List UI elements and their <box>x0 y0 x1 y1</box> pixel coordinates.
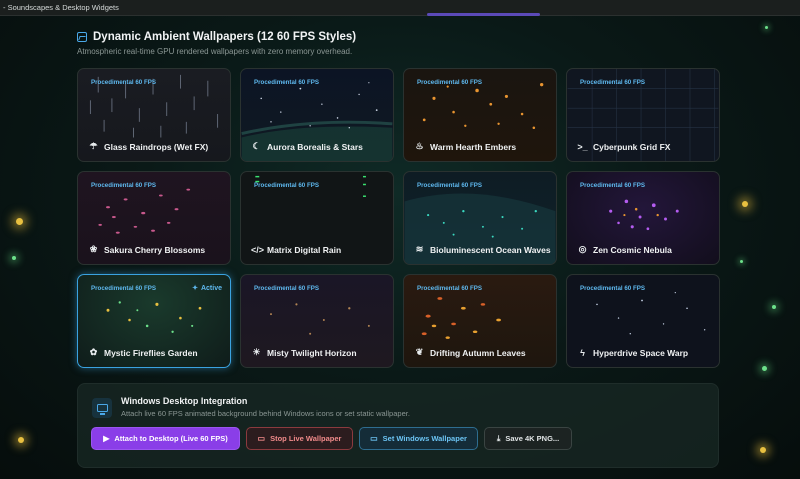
bg-particle <box>765 26 768 29</box>
leaf-icon: ❦ <box>415 347 424 357</box>
sparkle-icon: ✦ <box>192 285 198 292</box>
bg-particle <box>12 256 16 260</box>
section-subtitle: Atmospheric real-time GPU rendered wallp… <box>77 47 353 56</box>
bg-particle <box>762 366 767 371</box>
wallpaper-card-ocean-waves[interactable]: Procedimental 60 FPS ≋ Bioluminescent Oc… <box>403 171 557 265</box>
wallpaper-card-cyberpunk-grid[interactable]: Procedimental 60 FPS >_ Cyberpunk Grid F… <box>566 68 720 162</box>
fps-badge: Procedimental 60 FPS <box>417 79 482 86</box>
save-label: Save 4K PNG... <box>505 434 560 443</box>
wallpapers-header: Dynamic Ambient Wallpapers (12 60 FPS St… <box>77 31 356 56</box>
section-title: Dynamic Ambient Wallpapers (12 60 FPS St… <box>93 31 357 43</box>
wallpaper-card-matrix[interactable]: Procedimental 60 FPS </> Matrix Digital … <box>240 171 394 265</box>
wallpaper-card-sakura[interactable]: Procedimental 60 FPS ❀ Sakura Cherry Blo… <box>77 171 231 265</box>
attach-label: Attach to Desktop (Live 60 FPS) <box>114 434 228 443</box>
monitor-icon: ▭ <box>370 434 378 443</box>
terminal-icon: >_ <box>577 142 588 152</box>
waves-icon: ≋ <box>415 244 424 254</box>
wallpaper-card-cosmic-nebula[interactable]: Procedimental 60 FPS ◎ Zen Cosmic Nebula <box>566 171 720 265</box>
fps-badge: Procedimental 60 FPS <box>417 285 482 292</box>
code-icon: </> <box>251 245 265 255</box>
moon-icon: ☾ <box>252 141 261 151</box>
wallpaper-card-glass-raindrops[interactable]: Procedimental 60 FPS ☂ Glass Raindrops (… <box>77 68 231 162</box>
bg-particle <box>760 447 766 453</box>
zap-icon: ϟ <box>580 348 585 358</box>
fps-badge: Procedimental 60 FPS <box>580 79 645 86</box>
wallpaper-label: ≋ Bioluminescent Ocean Waves <box>414 244 551 255</box>
compass-icon: ◎ <box>578 244 587 254</box>
stop-live-wallpaper-button[interactable]: ▭ Stop Live Wallpaper <box>246 427 353 450</box>
integration-subtitle: Attach live 60 FPS animated background b… <box>121 409 410 418</box>
bug-icon: ✿ <box>89 347 98 357</box>
bg-particle <box>18 437 24 443</box>
wallpaper-label: ◎ Zen Cosmic Nebula <box>577 244 672 255</box>
desktop-integration-panel: Windows Desktop Integration Attach live … <box>77 383 719 468</box>
bg-particle <box>742 201 748 207</box>
fps-badge: Procedimental 60 FPS <box>580 182 645 189</box>
cloud-rain-icon: ☂ <box>89 141 98 151</box>
wallpaper-label: </> Matrix Digital Rain <box>251 245 341 255</box>
wallpaper-label: ☾ Aurora Borealis & Stars <box>251 141 363 152</box>
play-icon: ▶ <box>103 434 110 443</box>
active-tab-indicator <box>427 13 540 16</box>
stop-label: Stop Live Wallpaper <box>270 434 342 443</box>
wallpaper-label: ☂ Glass Raindrops (Wet FX) <box>88 141 208 152</box>
fps-badge: Procedimental 60 FPS <box>254 285 319 292</box>
sun-icon: ☀ <box>252 347 261 357</box>
fps-badge: Procedimental 60 FPS <box>91 285 156 292</box>
fps-badge: Procedimental 60 FPS <box>91 182 156 189</box>
wallpaper-label: ϟ Hyperdrive Space Warp <box>577 348 688 358</box>
wallpaper-name: Hyperdrive Space Warp <box>593 348 689 358</box>
wallpaper-label: ♨ Warm Hearth Embers <box>414 141 516 152</box>
wallpaper-card-space-warp[interactable]: Procedimental 60 FPS ϟ Hyperdrive Space … <box>566 274 720 368</box>
wallpaper-label: >_ Cyberpunk Grid FX <box>577 142 670 152</box>
set-windows-wallpaper-button[interactable]: ▭ Set Windows Wallpaper <box>359 427 478 450</box>
bg-particle <box>772 305 776 309</box>
fps-badge: Procedimental 60 FPS <box>254 79 319 86</box>
flame-icon: ♨ <box>415 141 424 151</box>
wallpaper-label: ❀ Sakura Cherry Blossoms <box>88 244 205 255</box>
wallpaper-card-autumn-leaves[interactable]: Procedimental 60 FPS ❦ Drifting Autumn L… <box>403 274 557 368</box>
window-title: - Soundscapes & Desktop Widgets <box>3 3 119 12</box>
wallpaper-name: Warm Hearth Embers <box>430 141 517 152</box>
set-label: Set Windows Wallpaper <box>382 434 467 443</box>
wallpaper-name: Sakura Cherry Blossoms <box>104 244 206 255</box>
bg-particle <box>740 260 743 263</box>
bg-particle <box>16 218 23 225</box>
wallpaper-name: Misty Twilight Horizon <box>267 347 357 358</box>
active-label: Active <box>200 284 222 292</box>
wallpaper-label: ❦ Drifting Autumn Leaves <box>414 347 526 358</box>
fps-badge: Procedimental 60 FPS <box>580 285 645 292</box>
wallpaper-grid: Procedimental 60 FPS ☂ Glass Raindrops (… <box>77 68 720 369</box>
flower-icon: ❀ <box>89 244 98 254</box>
active-badge: ✦ Active <box>192 284 222 293</box>
wallpaper-name: Zen Cosmic Nebula <box>593 244 672 255</box>
wallpaper-card-hearth-embers[interactable]: Procedimental 60 FPS ♨ Warm Hearth Ember… <box>403 68 557 162</box>
wallpaper-label: ☀ Misty Twilight Horizon <box>251 347 357 358</box>
fps-badge: Procedimental 60 FPS <box>254 182 319 189</box>
wallpaper-name: Drifting Autumn Leaves <box>430 347 526 358</box>
attach-to-desktop-button[interactable]: ▶ Attach to Desktop (Live 60 FPS) <box>91 427 240 450</box>
monitor-off-icon: ▭ <box>257 434 266 443</box>
save-png-button[interactable]: ⤓ Save 4K PNG... <box>484 427 572 450</box>
wallpaper-card-fireflies[interactable]: Procedimental 60 FPS ✦ Active ✿ Mystic F… <box>77 274 231 368</box>
wallpaper-card-twilight[interactable]: Procedimental 60 FPS ☀ Misty Twilight Ho… <box>240 274 394 368</box>
integration-title: Windows Desktop Integration <box>121 396 248 406</box>
download-icon: ⤓ <box>496 433 501 443</box>
image-icon <box>77 32 87 42</box>
wallpaper-name: Mystic Fireflies Garden <box>104 347 198 358</box>
window-title-bar: - Soundscapes & Desktop Widgets <box>0 0 800 16</box>
fps-badge: Procedimental 60 FPS <box>91 79 156 86</box>
wallpaper-label: ✿ Mystic Fireflies Garden <box>88 347 198 358</box>
wallpaper-name: Matrix Digital Rain <box>267 245 342 255</box>
monitor-icon <box>92 398 112 418</box>
wallpaper-card-aurora[interactable]: Procedimental 60 FPS ☾ Aurora Borealis &… <box>240 68 394 162</box>
wallpaper-name: Bioluminescent Ocean Waves <box>430 244 551 255</box>
wallpaper-name: Aurora Borealis & Stars <box>267 141 363 152</box>
fps-badge: Procedimental 60 FPS <box>417 182 482 189</box>
wallpaper-name: Cyberpunk Grid FX <box>593 142 671 152</box>
wallpaper-name: Glass Raindrops (Wet FX) <box>104 141 209 152</box>
